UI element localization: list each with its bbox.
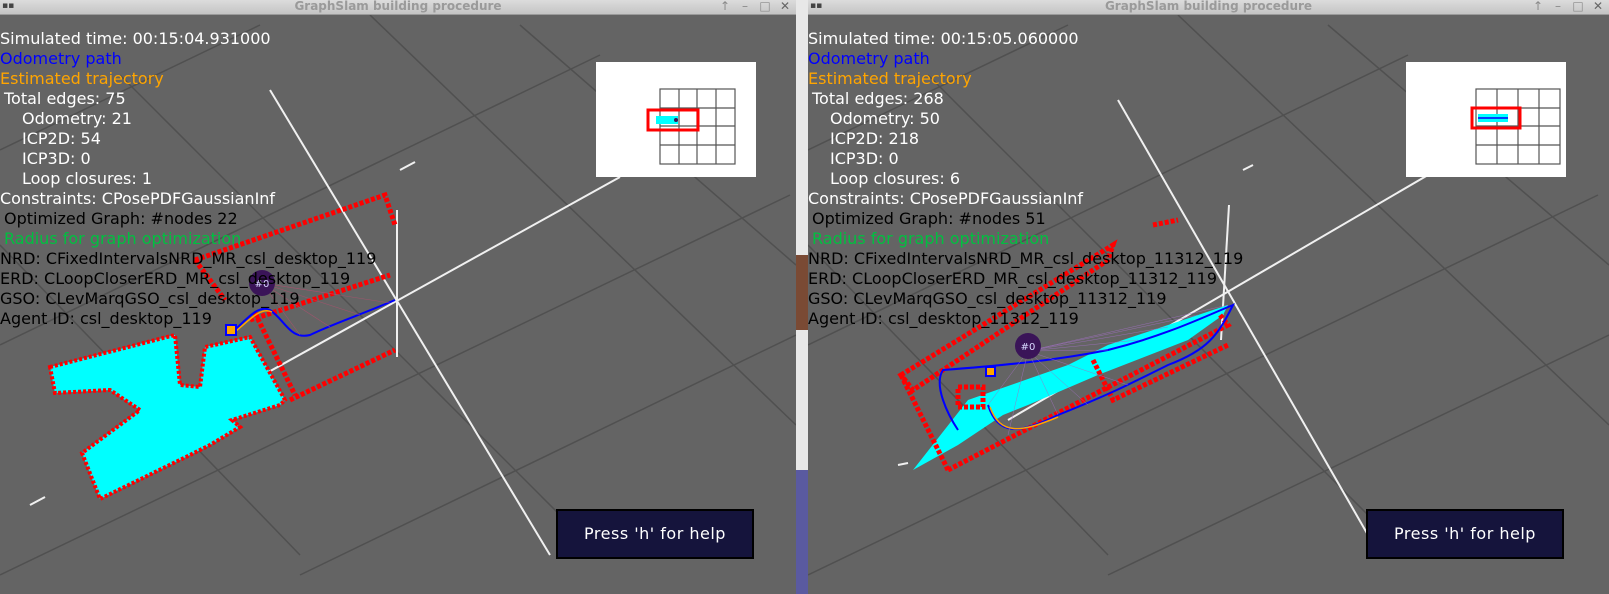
minimize-icon[interactable]: – <box>1551 0 1565 13</box>
optimized-graph: Optimized Graph: #nodes 51 <box>812 209 1046 228</box>
free-space-map <box>47 332 288 502</box>
optimized-graph: Optimized Graph: #nodes 22 <box>4 209 238 228</box>
graphslam-window-right[interactable]: ▪▪ GraphSlam building procedure ↑ – □ ✕ <box>808 0 1609 594</box>
nrd-label: NRD: CFixedIntervalsNRD_MR_csl_desktop_1… <box>808 249 1244 268</box>
icp3d-edges: ICP3D: 0 <box>830 149 899 168</box>
odometry-edges: Odometry: 21 <box>22 109 132 128</box>
radius-label: Radius for graph optimization <box>4 229 242 248</box>
robot-marker <box>985 366 996 377</box>
keep-above-icon[interactable]: ↑ <box>1531 0 1545 13</box>
agent-id: Agent ID: csl_desktop_119 <box>0 309 212 328</box>
maximize-icon[interactable]: □ <box>758 0 772 13</box>
info-overlay: Simulated time: 00:15:04.931000 Odometry… <box>0 29 376 329</box>
legend-odometry-path: Odometry path <box>0 49 122 68</box>
legend-estimated-trajectory: Estimated trajectory <box>808 69 972 88</box>
info-overlay: Simulated time: 00:15:05.060000 Odometry… <box>808 29 1243 329</box>
legend-estimated-trajectory: Estimated trajectory <box>0 69 164 88</box>
keep-above-icon[interactable]: ↑ <box>718 0 732 13</box>
icp2d-edges: ICP2D: 54 <box>22 129 101 148</box>
agent-id: Agent ID: csl_desktop_11312_119 <box>808 309 1079 328</box>
simulated-time: Simulated time: 00:15:04.931000 <box>0 29 271 48</box>
total-edges: Total edges: 268 <box>812 89 944 108</box>
simulated-time: Simulated time: 00:15:05.060000 <box>808 29 1079 48</box>
erd-label: ERD: CLoopCloserERD_MR_csl_desktop_119 <box>0 269 351 288</box>
title-bar[interactable]: ▪▪ GraphSlam building procedure ↑ – □ ✕ <box>0 0 796 15</box>
maximize-icon[interactable]: □ <box>1571 0 1585 13</box>
minimap <box>1406 62 1566 177</box>
loop-closures: Loop closures: 1 <box>22 169 153 188</box>
help-button[interactable]: Press 'h' for help <box>556 509 754 559</box>
gso-label: GSO: CLevMarqGSO_csl_desktop_119 <box>0 289 300 308</box>
erd-label: ERD: CLoopCloserERD_MR_csl_desktop_11312… <box>808 269 1218 288</box>
icp3d-edges: ICP3D: 0 <box>22 149 91 168</box>
constraints: Constraints: CPosePDFGaussianInf <box>808 189 1084 208</box>
window-title: GraphSlam building procedure <box>294 0 502 13</box>
loop-closures: Loop closures: 6 <box>830 169 961 188</box>
graphslam-window-left[interactable]: ▪▪ GraphSlam building procedure ↑ – □ ✕ <box>0 0 796 594</box>
title-bar[interactable]: ▪▪ GraphSlam building procedure ↑ – □ ✕ <box>808 0 1609 15</box>
nrd-label: NRD: CFixedIntervalsNRD_MR_csl_desktop_1… <box>0 249 377 268</box>
constraints: Constraints: CPosePDFGaussianInf <box>0 189 276 208</box>
window-title: GraphSlam building procedure <box>1104 0 1313 13</box>
legend-odometry-path: Odometry path <box>808 49 930 68</box>
total-edges: Total edges: 75 <box>4 89 126 108</box>
close-icon[interactable]: ✕ <box>778 0 792 13</box>
gso-label: GSO: CLevMarqGSO_csl_desktop_11312_119 <box>808 289 1167 308</box>
minimize-icon[interactable]: – <box>738 0 752 13</box>
radius-label: Radius for graph optimization <box>812 229 1050 248</box>
node-label: #0 <box>1021 342 1036 353</box>
odometry-edges: Odometry: 50 <box>830 109 940 128</box>
help-button[interactable]: Press 'h' for help <box>1366 509 1564 559</box>
window-gutter <box>796 0 808 594</box>
close-icon[interactable]: ✕ <box>1591 0 1605 13</box>
minimap <box>596 62 756 177</box>
icp2d-edges: ICP2D: 218 <box>830 129 920 148</box>
